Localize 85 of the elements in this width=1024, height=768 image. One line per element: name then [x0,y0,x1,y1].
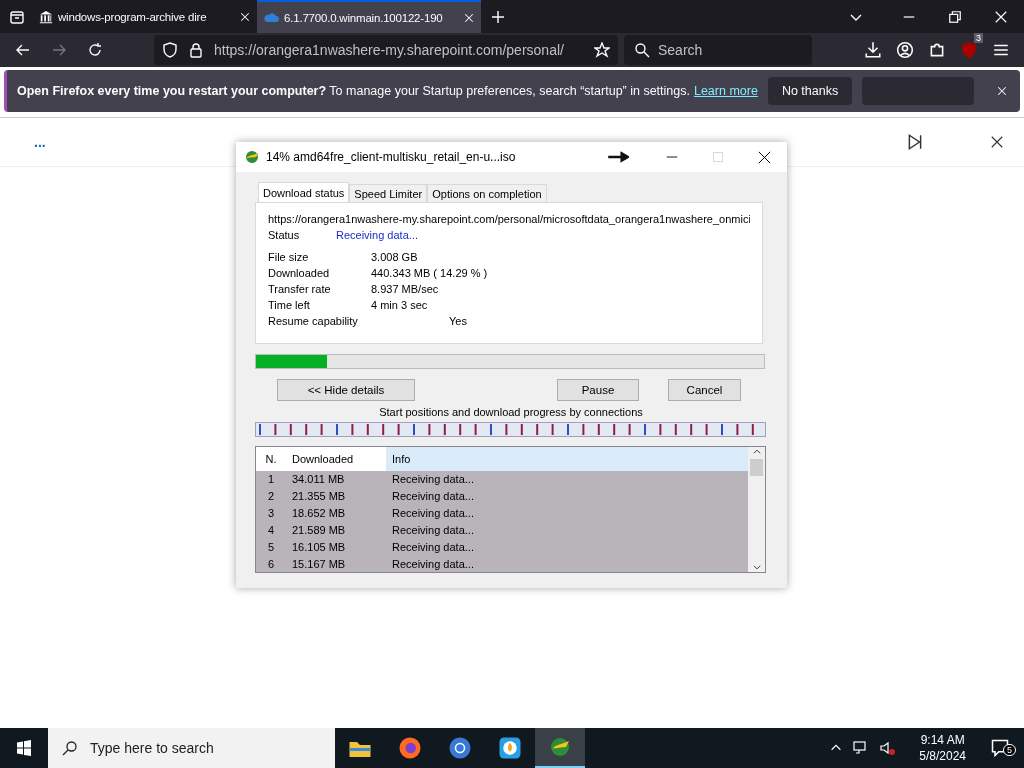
dialog-tab[interactable]: Speed Limiter [349,184,428,202]
field-value: Yes [449,314,467,329]
column-header[interactable]: N. [256,447,286,471]
forward-icon[interactable] [51,42,67,58]
field-label: Status [268,228,301,243]
flame-icon[interactable] [498,736,522,760]
muted-speaker-icon[interactable] [879,740,896,756]
field-label: Transfer rate [268,282,332,297]
field-label: File size [268,250,310,265]
restore-icon[interactable] [948,9,962,24]
reload-icon[interactable] [87,42,103,58]
museum-icon [39,9,53,24]
windows-icon[interactable] [16,740,32,756]
table-cell-text: Receiving data... [391,506,474,521]
close-icon[interactable] [757,150,771,164]
taskbar-search-field[interactable]: Type here to search [48,728,335,768]
back-icon[interactable] [15,42,31,58]
field-label: Time left [268,298,311,313]
tab-list-icon[interactable] [8,8,25,25]
browser-tab[interactable]: 6.1.7700.0.winmain.100122-190 [257,0,481,33]
no-thanks-button[interactable]: No thanks [767,77,853,105]
hide-details-button[interactable]: << Hide details [277,379,415,401]
table-cell-text: 21.589 MB [291,523,347,538]
table-cell-text: 5 [266,540,276,555]
close-icon[interactable] [463,11,475,24]
status-value: Receiving data... [336,228,418,243]
clock-time: 9:14 AM [920,732,965,748]
url-field[interactable]: https://orangera1nwashere-my.sharepoint.com/personal/ [154,35,618,65]
table-cell-text: 21.355 MB [291,489,347,504]
star-icon[interactable] [594,42,610,58]
close-icon[interactable] [990,135,1004,149]
table-cell-text: Receiving data... [391,523,474,538]
lock-icon [188,42,204,58]
dialog-title: 14% amd64fre_client-multisku_retail_en-u...iso [266,150,516,164]
table-cell-text: 18.652 MB [291,506,347,521]
count-badge: 3 [974,33,983,43]
field-value: 4 min 3 sec [371,298,428,313]
field-label: Downloaded [268,266,331,281]
table-cell-text: 4 [266,523,276,538]
account-icon[interactable] [896,41,914,59]
field-label: Resume capability [268,314,359,329]
table-cell-text: Receiving data... [391,540,474,555]
table-cell-text: 2 [266,489,276,504]
table-cell-text: 6 [266,557,276,572]
skip-next-icon[interactable] [906,133,924,151]
field-value: 8.937 MB/sec [371,282,439,297]
field-value: 3.008 GB [371,250,418,265]
clock-date: 5/8/2024 [919,748,966,764]
scroll-up-icon[interactable] [751,447,762,457]
scrollbar[interactable] [748,447,765,572]
new-tab-icon[interactable] [489,8,506,25]
more-button[interactable]: ... [34,134,46,150]
download-icon[interactable] [864,41,882,59]
cancel-button[interactable]: Cancel [668,379,741,401]
close-icon[interactable] [239,10,251,23]
table-cell-text: Receiving data... [391,557,474,572]
table-cell-text: Receiving data... [391,489,474,504]
search-icon [634,42,650,58]
globe-icon[interactable] [548,735,572,759]
table-cell-text: 34.011 MB [291,472,346,487]
scroll-down-icon[interactable] [751,562,762,572]
table-cell-text: 16.105 MB [291,540,347,555]
table-cell-text: 15.167 MB [291,557,347,572]
download-url: https://orangera1nwashere-my.sharepoint.com/personal/microsoftdata_orangera1nwashere_onmici [268,212,750,227]
browser-tab[interactable]: windows-program-archive dire [33,0,257,33]
shield-icon[interactable] [162,42,178,58]
column-header[interactable]: Info [386,447,748,471]
connections-caption: Start positions and download progress by connections [378,405,644,419]
search-field[interactable]: Search [624,35,812,65]
pause-button[interactable]: Pause [557,379,639,401]
field-value: 440.343 MB ( 14.29 % ) [371,266,488,281]
notification-message: Open Firefox every time you restart your computer? To manage your Startup preferences, search “startup” in settings. Learn more [17,84,758,98]
dialog-tab[interactable]: Options on completion [427,184,547,202]
table-cell-text: 3 [266,506,276,521]
dialog-tab[interactable]: Download status [258,182,350,202]
ring-icon[interactable] [448,736,472,760]
learn-more-link[interactable]: Learn more [693,84,758,98]
globe-icon [244,149,260,165]
scroll-thumb[interactable] [750,459,763,476]
notification-icon[interactable] [990,738,1010,758]
table-cell-text: 1 [266,472,276,487]
table-cell-text: Receiving data... [391,472,474,487]
column-header[interactable]: Downloaded [286,447,386,471]
notification-count: 5 [1003,744,1016,756]
search-icon [62,740,78,756]
